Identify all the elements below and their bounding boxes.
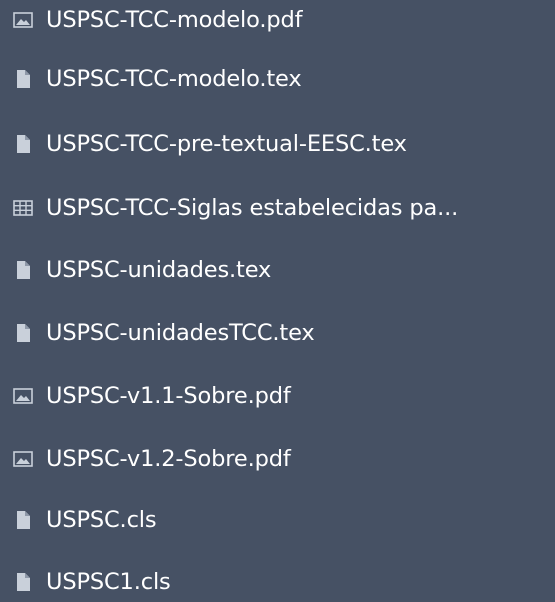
file-name: USPSC-v1.2-Sobre.pdf	[46, 446, 291, 472]
file-row[interactable]: USPSC-unidades.tex	[0, 250, 555, 290]
file-name: USPSC-TCC-pre-textual-EESC.tex	[46, 131, 407, 157]
file-row[interactable]: USPSC-TCC-pre-textual-EESC.tex	[0, 124, 555, 164]
file-icon	[12, 509, 34, 531]
file-name: USPSC-unidades.tex	[46, 257, 272, 283]
file-name: USPSC-unidadesTCC.tex	[46, 320, 315, 346]
file-row[interactable]: USPSC-v1.2-Sobre.pdf	[0, 439, 555, 479]
file-row[interactable]: USPSC-TCC-modelo.tex	[0, 59, 555, 99]
file-name: USPSC1.cls	[46, 569, 171, 595]
file-name: USPSC.cls	[46, 507, 157, 533]
file-row[interactable]: USPSC-unidadesTCC.tex	[0, 313, 555, 353]
image-icon	[12, 448, 34, 470]
file-icon	[12, 571, 34, 593]
file-icon	[12, 68, 34, 90]
file-row[interactable]: USPSC.cls	[0, 500, 555, 540]
file-list: USPSC-TCC-modelo.pdf USPSC-TCC-modelo.te…	[0, 0, 555, 595]
file-name: USPSC-TCC-Siglas estabelecidas pa...	[46, 195, 459, 221]
file-name: USPSC-TCC-modelo.pdf	[46, 7, 303, 33]
file-icon	[12, 322, 34, 344]
image-icon	[12, 385, 34, 407]
file-name: USPSC-v1.1-Sobre.pdf	[46, 383, 291, 409]
file-row[interactable]: USPSC1.cls	[0, 562, 555, 602]
file-name: USPSC-TCC-modelo.tex	[46, 66, 302, 92]
file-row[interactable]: USPSC-TCC-Siglas estabelecidas pa...	[0, 188, 555, 228]
image-icon	[12, 9, 34, 31]
file-row[interactable]: USPSC-v1.1-Sobre.pdf	[0, 376, 555, 416]
file-icon	[12, 259, 34, 281]
table-icon	[12, 197, 34, 219]
file-icon	[12, 133, 34, 155]
file-row[interactable]: USPSC-TCC-modelo.pdf	[0, 0, 555, 40]
